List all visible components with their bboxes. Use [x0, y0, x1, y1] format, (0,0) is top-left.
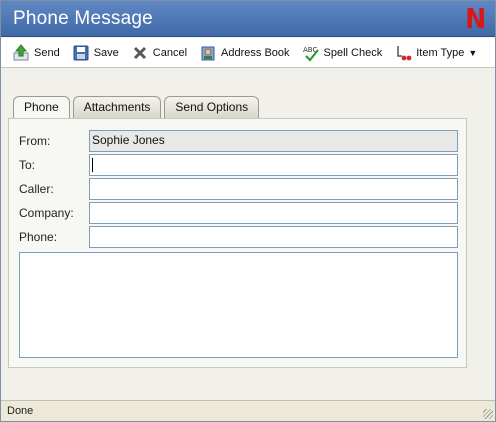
spell-check-button[interactable]: ABC Spell Check	[299, 41, 386, 65]
tab-send-options[interactable]: Send Options	[164, 96, 260, 118]
resize-grip-icon[interactable]	[483, 409, 493, 419]
company-label: Company:	[19, 206, 74, 220]
from-row: From:	[19, 130, 89, 152]
cancel-button[interactable]: Cancel	[128, 41, 190, 65]
status-bar: Done	[1, 400, 495, 421]
toolbar: Send Save Cancel Address Book ABC Spell …	[1, 38, 495, 68]
tab-phone[interactable]: Phone	[13, 96, 70, 119]
address-book-button[interactable]: Address Book	[196, 41, 292, 65]
spell-check-icon: ABC	[302, 44, 320, 62]
item-type-icon	[394, 44, 412, 62]
save-button[interactable]: Save	[69, 41, 122, 65]
status-text: Done	[7, 405, 34, 417]
company-field[interactable]	[89, 202, 458, 224]
chevron-down-icon: ▼	[468, 47, 478, 58]
item-type-label: Item Type	[416, 46, 465, 59]
spell-check-label: Spell Check	[323, 46, 383, 59]
to-field[interactable]	[89, 154, 458, 176]
from-label: From:	[19, 134, 51, 148]
save-icon	[72, 44, 90, 62]
company-row: Company:	[19, 202, 89, 224]
address-book-label: Address Book	[221, 46, 290, 59]
novell-logo-icon: N	[464, 2, 486, 35]
send-icon	[12, 43, 30, 62]
caller-field[interactable]	[89, 178, 458, 200]
item-type-button[interactable]: Item Type ▼	[391, 41, 480, 65]
phone-label: Phone:	[19, 230, 58, 244]
from-field: Sophie Jones	[89, 130, 458, 152]
to-row: To:	[19, 154, 89, 176]
tab-attachments[interactable]: Attachments	[72, 96, 162, 118]
send-button[interactable]: Send	[9, 41, 63, 65]
phone-field[interactable]	[89, 226, 458, 248]
send-label: Send	[34, 46, 60, 59]
phone-form-panel: From: Sophie Jones To: Caller: Company: …	[8, 118, 467, 368]
title-bar: Phone Message N	[1, 1, 495, 37]
tab-strip: Phone Attachments Send Options	[13, 96, 262, 119]
cancel-icon	[131, 44, 149, 62]
message-textarea[interactable]	[19, 252, 458, 358]
to-label: To:	[19, 158, 36, 172]
address-book-icon	[199, 44, 217, 62]
phone-message-window: Phone Message N Send Save Cancel Address…	[0, 0, 496, 422]
phone-row: Phone:	[19, 226, 89, 248]
save-label: Save	[93, 46, 119, 59]
cancel-label: Cancel	[152, 46, 188, 59]
window-title: Phone Message	[13, 8, 153, 29]
caller-label: Caller:	[19, 182, 54, 196]
caller-row: Caller:	[19, 178, 89, 200]
text-cursor	[92, 158, 93, 172]
